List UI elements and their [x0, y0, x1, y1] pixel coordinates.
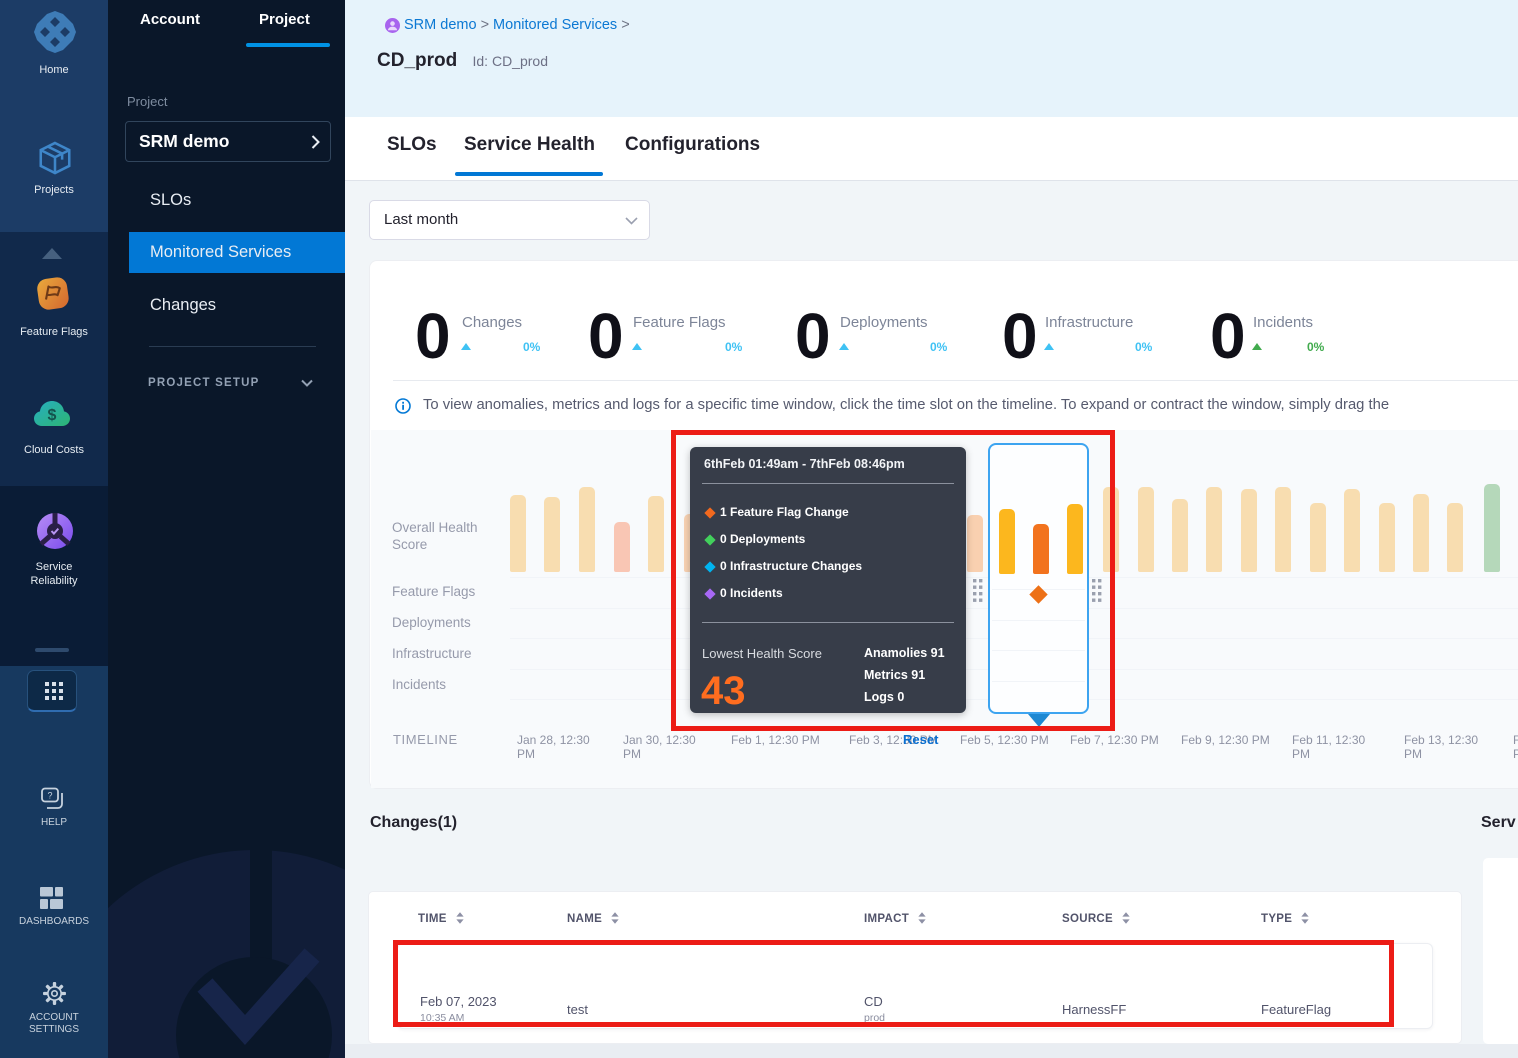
svg-text:$: $ — [48, 407, 57, 424]
svg-text:?: ? — [47, 791, 52, 801]
